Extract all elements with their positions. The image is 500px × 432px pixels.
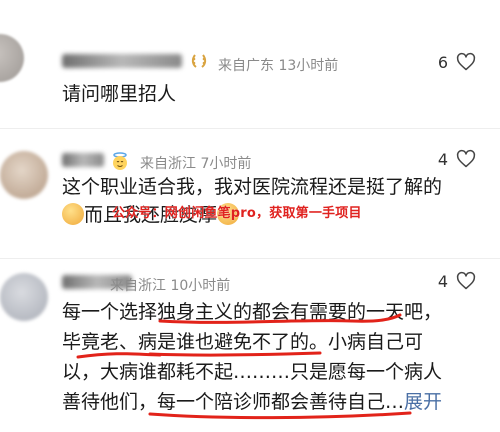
avatar[interactable] [0,273,48,321]
like-count: 4 [437,149,448,169]
heart-icon [456,52,476,71]
comment-item: 来自浙江 10小时前 4 每一个选择独身主义的都会有需要的一天吧， 毕竟老、病是… [0,258,500,432]
like-count: 6 [437,52,448,72]
avatar[interactable] [0,34,24,82]
comment-text-line: 这个职业适合我，我对医院流程还是挺了解的 [62,176,443,198]
halo-emoji-icon [110,151,130,175]
comment-text-line: 善待他们，每一个陪诊师都会善待自己…展开 [62,387,472,417]
comment-text-line: 每一个选择独身主义的都会有需要的一天吧， [62,301,443,323]
doge-emoji-icon [62,203,84,225]
expand-link[interactable]: 展开 [404,391,442,413]
like-button[interactable]: 4 [438,271,476,291]
comment-text: 请问哪里招人 [62,83,177,105]
comment-text-fragment: 善待他们，每一个陪诊师都会善待自己… [62,391,405,413]
comment-text-line: 毕竟老、病是谁也避免不了的。小病自己可 [62,331,424,353]
like-button[interactable]: 6 [438,52,476,72]
avatar[interactable] [0,151,48,199]
watermark-text: 公众号：网创闲鱼笔pro，获取第一手项目 [112,206,362,221]
heart-icon [456,149,476,168]
laurel-badge-icon [190,52,208,74]
comment-text-line: 以，大病谁都耗不起………只是愿每一个病人 [62,361,443,383]
comment-text: 每一个选择独身主义的都会有需要的一天吧， 毕竟老、病是谁也避免不了的。小病自己可… [62,297,472,417]
username-blurred[interactable] [62,54,182,68]
comment-meta: 来自浙江 7小时前 [140,156,252,172]
comment-meta: 来自广东 13小时前 [218,58,339,74]
username-blurred[interactable] [62,153,104,167]
comment-item: 来自浙江 7小时前 4 这个职业适合我，我对医院流程还是挺了解的 而且我还脸皮厚… [0,128,500,258]
comment-item: 来自广东 13小时前 6 请问哪里招人 [0,0,500,128]
like-button[interactable]: 4 [438,149,476,169]
like-count: 4 [437,271,448,291]
comment-meta: 来自浙江 10小时前 [110,278,231,294]
heart-icon [456,271,476,290]
